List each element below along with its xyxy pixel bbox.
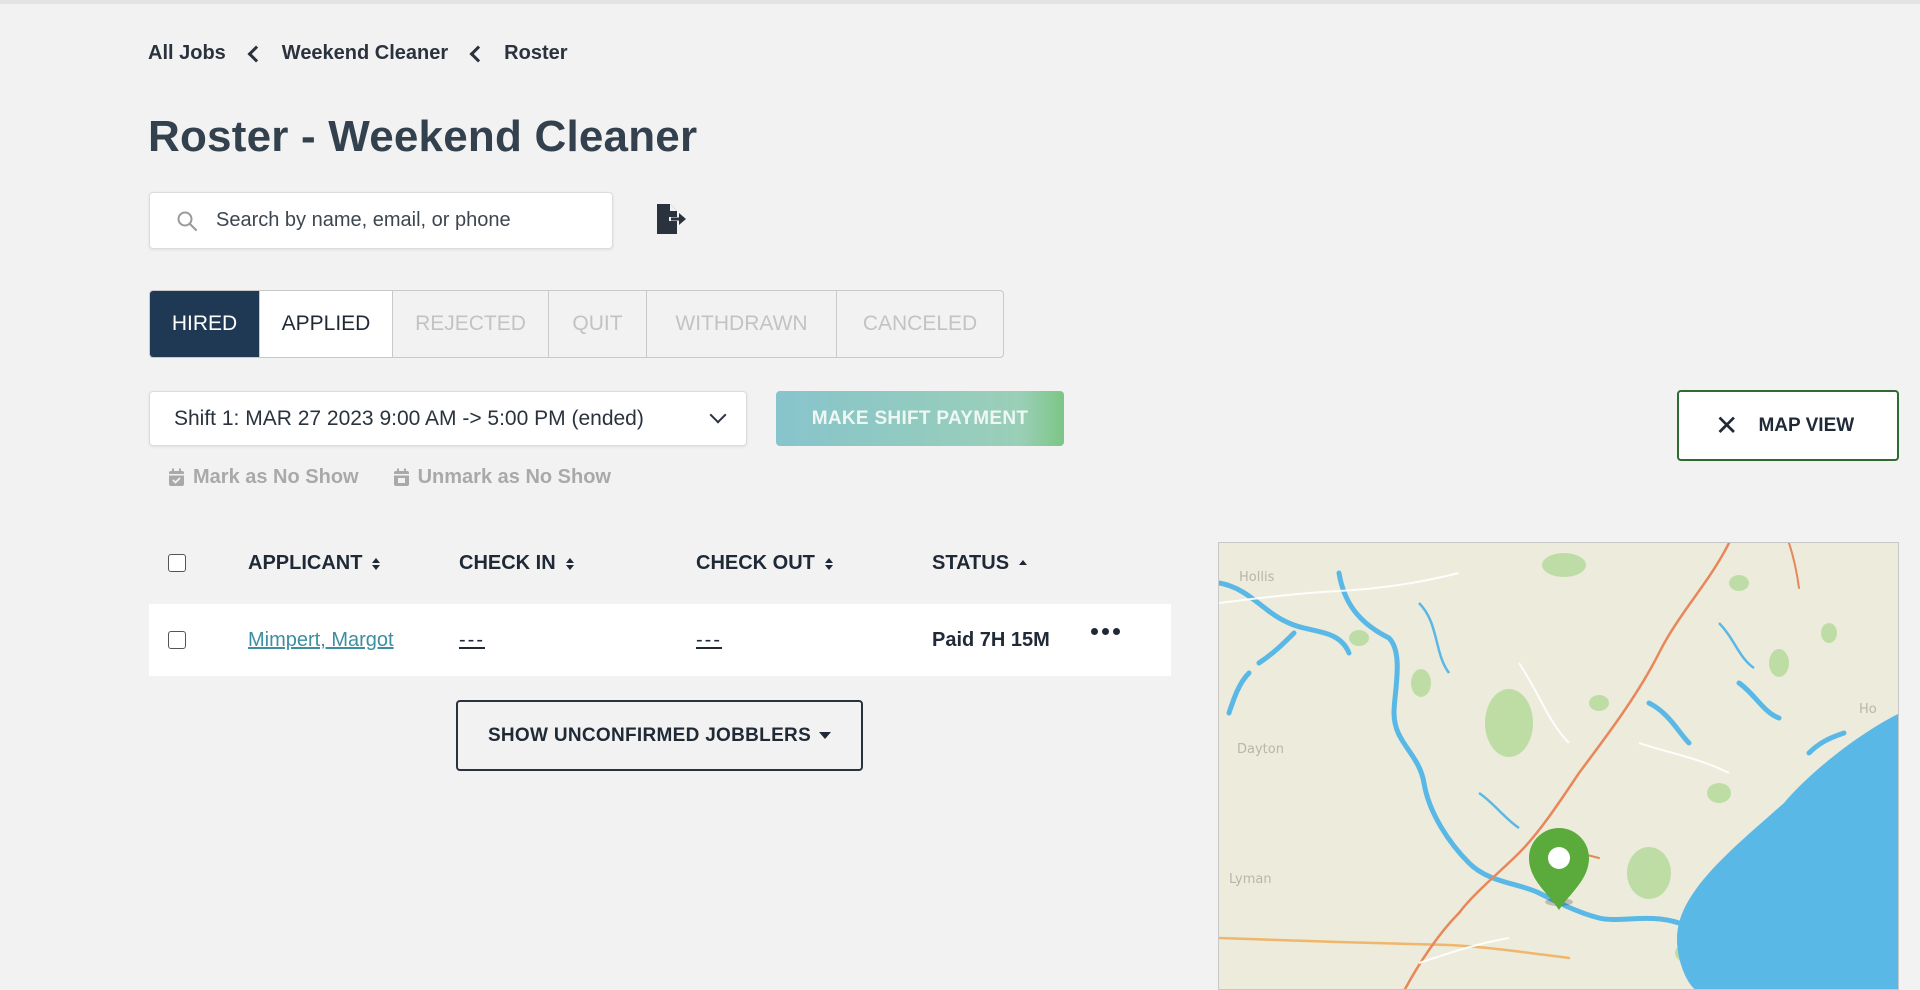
chevron-left-icon xyxy=(247,45,265,62)
search-input[interactable] xyxy=(216,209,596,232)
file-export-icon xyxy=(653,202,687,241)
tab-rejected[interactable]: REJECTED xyxy=(393,291,549,357)
tab-applied[interactable]: APPLIED xyxy=(260,291,393,357)
map[interactable]: Hollis Dayton Lyman Ho xyxy=(1218,542,1899,990)
top-divider xyxy=(0,0,1920,4)
calendar-check-icon xyxy=(169,468,184,486)
search-icon xyxy=(176,210,198,232)
caret-down-icon xyxy=(819,732,832,739)
map-view-button[interactable]: ✕ MAP VIEW xyxy=(1677,390,1899,461)
sort-icon xyxy=(372,557,381,570)
more-horizontal-icon[interactable] xyxy=(1091,628,1120,635)
status-tabs: HIRED APPLIED REJECTED QUIT WITHDRAWN CA… xyxy=(149,290,1004,358)
status-value: Paid 7H 15M xyxy=(932,629,1050,651)
unmark-no-show-button[interactable]: Unmark as No Show xyxy=(393,466,611,489)
search-box xyxy=(149,192,613,249)
close-icon: ✕ xyxy=(1715,409,1739,441)
mark-no-show-button[interactable]: Mark as No Show xyxy=(168,466,359,489)
row-checkbox[interactable] xyxy=(168,631,186,649)
column-status[interactable]: STATUS xyxy=(932,552,1028,575)
breadcrumb: All Jobs Weekend Cleaner Roster xyxy=(148,42,568,65)
breadcrumb-weekend-cleaner[interactable]: Weekend Cleaner xyxy=(282,42,448,65)
shift-select[interactable]: Shift 1: MAR 27 2023 9:00 AM -> 5:00 PM … xyxy=(149,391,747,446)
applicant-link[interactable]: Mimpert, Margot xyxy=(248,629,394,652)
make-shift-payment-button[interactable]: MAKE SHIFT PAYMENT xyxy=(776,391,1064,446)
svg-text:Dayton: Dayton xyxy=(1237,742,1284,757)
show-unconfirmed-button[interactable]: SHOW UNCONFIRMED JOBBLERS xyxy=(456,700,863,771)
page-title: Roster - Weekend Cleaner xyxy=(148,112,698,161)
check-out-value[interactable]: --- xyxy=(696,629,722,652)
breadcrumb-roster: Roster xyxy=(504,42,568,64)
sort-icon xyxy=(824,557,833,570)
tab-hired[interactable]: HIRED xyxy=(150,291,260,357)
mark-no-show-label: Mark as No Show xyxy=(193,466,359,488)
select-all-checkbox[interactable] xyxy=(168,554,186,572)
map-view-label: MAP VIEW xyxy=(1758,414,1855,436)
svg-text:Hollis: Hollis xyxy=(1239,570,1275,585)
column-check-out[interactable]: CHECK OUT xyxy=(696,552,833,575)
no-show-actions: Mark as No Show Unmark as No Show xyxy=(168,466,645,489)
show-unconfirmed-label: SHOW UNCONFIRMED JOBBLERS xyxy=(487,724,812,746)
sort-asc-icon xyxy=(1019,560,1028,567)
column-check-in[interactable]: CHECK IN xyxy=(459,552,574,575)
table-header: APPLICANT CHECK IN CHECK OUT STATUS xyxy=(149,536,1171,590)
svg-text:Ho: Ho xyxy=(1859,702,1877,717)
calendar-icon xyxy=(393,468,409,486)
sort-icon xyxy=(565,557,574,570)
tab-canceled[interactable]: CANCELED xyxy=(837,291,1003,357)
map-canvas: Hollis Dayton Lyman Ho xyxy=(1219,543,1898,989)
chevron-left-icon xyxy=(469,45,487,62)
check-in-value[interactable]: --- xyxy=(459,629,485,652)
svg-text:Lyman: Lyman xyxy=(1229,872,1272,887)
shift-select-value: Shift 1: MAR 27 2023 9:00 AM -> 5:00 PM … xyxy=(174,406,644,430)
chevron-down-icon xyxy=(709,406,727,424)
unmark-no-show-label: Unmark as No Show xyxy=(417,466,611,488)
tab-quit[interactable]: QUIT xyxy=(549,291,647,357)
export-button[interactable] xyxy=(652,203,688,239)
table-row: Mimpert, Margot --- --- Paid 7H 15M xyxy=(149,604,1171,676)
breadcrumb-all-jobs[interactable]: All Jobs xyxy=(148,42,226,65)
tab-withdrawn[interactable]: WITHDRAWN xyxy=(647,291,837,357)
column-applicant[interactable]: APPLICANT xyxy=(248,552,381,575)
